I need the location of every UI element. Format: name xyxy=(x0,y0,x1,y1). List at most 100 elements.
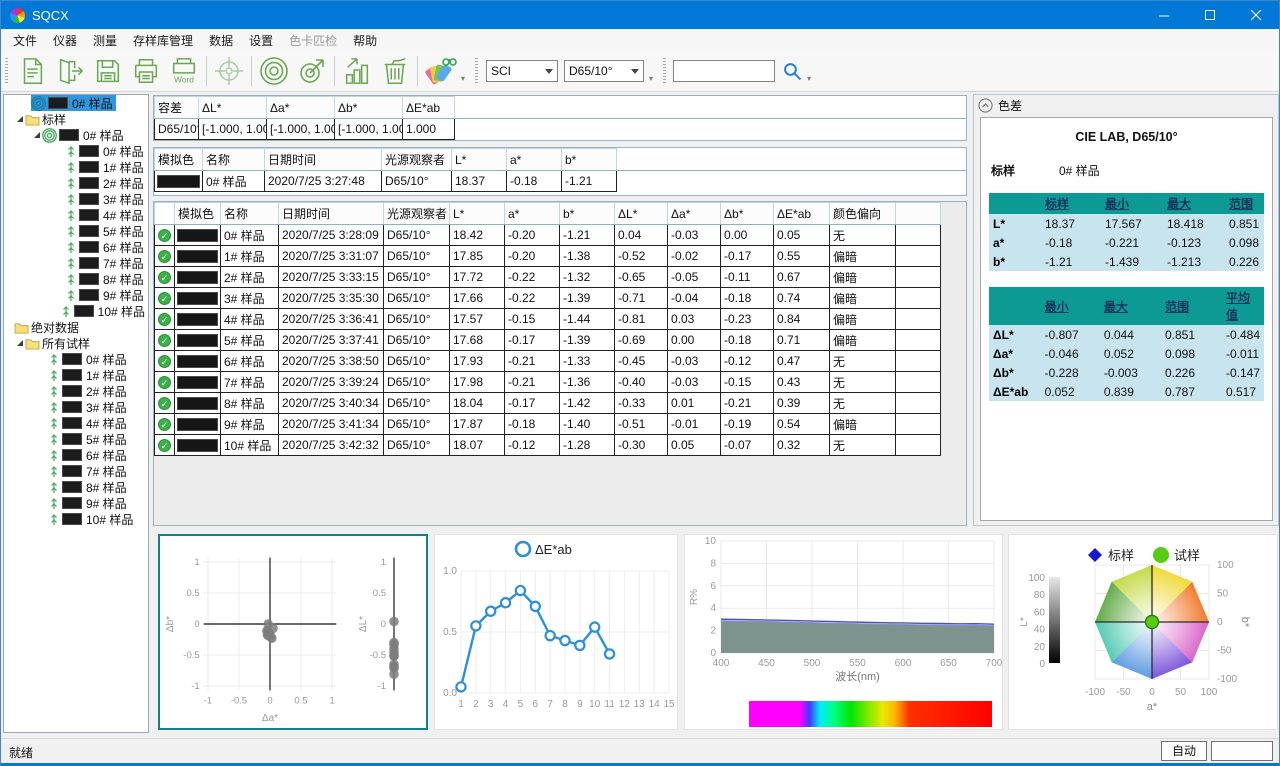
minimize-button[interactable] xyxy=(1141,1,1187,29)
tree-item-绝对数据[interactable]: 绝对数据 xyxy=(4,319,148,335)
column-header[interactable]: Δa* xyxy=(668,203,721,225)
menu-item-文件[interactable]: 文件 xyxy=(5,30,45,51)
menu-item-测量[interactable]: 测量 xyxy=(85,30,125,51)
color-card-button[interactable] xyxy=(421,52,459,90)
close-button[interactable] xyxy=(1233,1,1279,29)
toolbar-overflow-button[interactable]: ▾ xyxy=(649,74,653,83)
table-row[interactable]: ✓1# 样品2020/7/25 3:31:07D65/10°17.85-0.20… xyxy=(155,246,941,267)
tree-item-8# 样品[interactable]: 8# 样品 xyxy=(4,479,148,495)
tree-item-0# 样品[interactable]: 0# 样品 xyxy=(4,127,148,143)
column-header[interactable]: a* xyxy=(505,203,560,225)
column-header[interactable]: ΔE*ab xyxy=(403,97,455,119)
measure-button[interactable] xyxy=(293,52,331,90)
toolbar-grip[interactable] xyxy=(475,58,478,84)
table-row[interactable]: ✓6# 样品2020/7/25 3:38:50D65/10°17.93-0.21… xyxy=(155,351,941,372)
toolbar-grip[interactable] xyxy=(5,58,8,84)
column-header[interactable]: 容差 xyxy=(155,97,199,119)
column-header[interactable]: 模拟色 xyxy=(155,149,203,171)
column-header[interactable]: b* xyxy=(560,203,615,225)
table-row[interactable]: ✓2# 样品2020/7/25 3:33:15D65/10°17.72-0.22… xyxy=(155,267,941,288)
column-header[interactable]: 名称 xyxy=(203,149,265,171)
menu-item-存样库管理[interactable]: 存样库管理 xyxy=(125,30,201,51)
search-button[interactable] xyxy=(779,52,805,90)
delete-button[interactable] xyxy=(376,52,414,90)
tree-item-4# 样品[interactable]: 4# 样品 xyxy=(4,207,148,223)
tree-item-标样[interactable]: 标样 xyxy=(4,111,148,127)
column-header[interactable]: b* xyxy=(562,149,617,171)
save-button[interactable] xyxy=(89,52,127,90)
column-header[interactable]: 名称 xyxy=(221,203,279,225)
table-row[interactable]: ✓0# 样品2020/7/25 3:28:09D65/10°18.42-0.20… xyxy=(155,225,941,246)
tree-item-4# 样品[interactable]: 4# 样品 xyxy=(4,415,148,431)
tree-item-6# 样品[interactable]: 6# 样品 xyxy=(4,447,148,463)
collapse-icon[interactable] xyxy=(978,98,993,113)
tree-item-6# 样品[interactable]: 6# 样品 xyxy=(4,239,148,255)
menu-item-仪器[interactable]: 仪器 xyxy=(45,30,85,51)
column-header[interactable]: L* xyxy=(450,203,505,225)
maximize-button[interactable] xyxy=(1187,1,1233,29)
menu-item-数据[interactable]: 数据 xyxy=(201,30,241,51)
tree-item-所有试样[interactable]: 所有试样 xyxy=(4,335,148,351)
toolbar-overflow-button[interactable]: ▾ xyxy=(807,74,811,83)
tree-item-1# 样品[interactable]: 1# 样品 xyxy=(4,367,148,383)
auto-button[interactable]: 自动 xyxy=(1161,741,1207,761)
column-header[interactable]: ΔL* xyxy=(199,97,267,119)
column-header[interactable]: 日期时间 xyxy=(279,203,384,225)
column-header[interactable]: ΔL* xyxy=(615,203,668,225)
search-input[interactable] xyxy=(673,60,775,82)
tree-item-2# 样品[interactable]: 2# 样品 xyxy=(4,383,148,399)
column-header[interactable]: 光源观察者 xyxy=(384,203,450,225)
expander-icon[interactable] xyxy=(14,115,25,123)
export-button[interactable] xyxy=(51,52,89,90)
calibrate-button[interactable] xyxy=(255,52,293,90)
tree-item-7# 样品[interactable]: 7# 样品 xyxy=(4,255,148,271)
tree-item-3# 样品[interactable]: 3# 样品 xyxy=(4,191,148,207)
print-word-button[interactable]: Word xyxy=(165,52,203,90)
column-header[interactable]: Δb* xyxy=(721,203,774,225)
tree-item-9# 样品[interactable]: 9# 样品 xyxy=(4,287,148,303)
mode-dropdown[interactable]: SCI xyxy=(486,60,558,82)
tree-item-0# 样品[interactable]: 0# 样品 xyxy=(4,351,148,367)
table-row[interactable]: ✓3# 样品2020/7/25 3:35:30D65/10°17.66-0.22… xyxy=(155,288,941,309)
tree-item-10# 样品[interactable]: 10# 样品 xyxy=(4,303,148,319)
column-header[interactable]: Δb* xyxy=(335,97,403,119)
toolbar-overflow-button[interactable]: ▾ xyxy=(461,74,465,83)
tree-item-1# 样品[interactable]: 1# 样品 xyxy=(4,159,148,175)
tree-item-3# 样品[interactable]: 3# 样品 xyxy=(4,399,148,415)
column-header[interactable]: 日期时间 xyxy=(265,149,382,171)
column-header[interactable]: 模拟色 xyxy=(175,203,221,225)
table-row[interactable]: ✓9# 样品2020/7/25 3:41:34D65/10°17.87-0.18… xyxy=(155,414,941,435)
table-row[interactable]: D65/10°[-1.000, 1.000][-1.000, 1.000][-1… xyxy=(155,119,967,140)
new-file-button[interactable] xyxy=(13,52,51,90)
tree-item-5# 样品[interactable]: 5# 样品 xyxy=(4,223,148,239)
print-button[interactable] xyxy=(127,52,165,90)
table-row[interactable]: ✓4# 样品2020/7/25 3:36:41D65/10°17.57-0.15… xyxy=(155,309,941,330)
table-row[interactable]: ✓10# 样品2020/7/25 3:42:32D65/10°18.07-0.1… xyxy=(155,435,941,456)
table-row[interactable]: 0# 样品2020/7/25 3:27:48D65/10°18.37-0.18-… xyxy=(155,171,967,192)
menu-item-设置[interactable]: 设置 xyxy=(241,30,281,51)
target-button[interactable] xyxy=(210,52,248,90)
column-header[interactable]: 颜色偏向 xyxy=(830,203,896,225)
tree-item-7# 样品[interactable]: 7# 样品 xyxy=(4,463,148,479)
table-row[interactable]: ✓7# 样品2020/7/25 3:39:24D65/10°17.98-0.21… xyxy=(155,372,941,393)
column-header[interactable]: Δa* xyxy=(267,97,335,119)
tree-item-2# 样品[interactable]: 2# 样品 xyxy=(4,175,148,191)
tree-item-9# 样品[interactable]: 9# 样品 xyxy=(4,495,148,511)
toolbar-grip[interactable] xyxy=(663,58,666,84)
tree-item-10# 样品[interactable]: 10# 样品 xyxy=(4,511,148,527)
column-header[interactable]: 光源观察者 xyxy=(382,149,452,171)
statistics-button[interactable] xyxy=(338,52,376,90)
tree-item-0# 样品[interactable]: 0# 样品 xyxy=(4,95,148,111)
expander-icon[interactable] xyxy=(14,339,25,347)
expander-icon[interactable] xyxy=(31,131,42,139)
table-row[interactable]: ✓8# 样品2020/7/25 3:40:34D65/10°18.04-0.17… xyxy=(155,393,941,414)
tree-item-5# 样品[interactable]: 5# 样品 xyxy=(4,431,148,447)
column-header[interactable]: a* xyxy=(507,149,562,171)
tree-item-8# 样品[interactable]: 8# 样品 xyxy=(4,271,148,287)
tree-item-0# 样品[interactable]: 0# 样品 xyxy=(4,143,148,159)
column-header[interactable]: ΔE*ab xyxy=(774,203,830,225)
menu-item-帮助[interactable]: 帮助 xyxy=(345,30,385,51)
illuminant-dropdown[interactable]: D65/10° xyxy=(564,60,644,82)
column-header[interactable]: L* xyxy=(452,149,507,171)
table-row[interactable]: ✓5# 样品2020/7/25 3:37:41D65/10°17.68-0.17… xyxy=(155,330,941,351)
